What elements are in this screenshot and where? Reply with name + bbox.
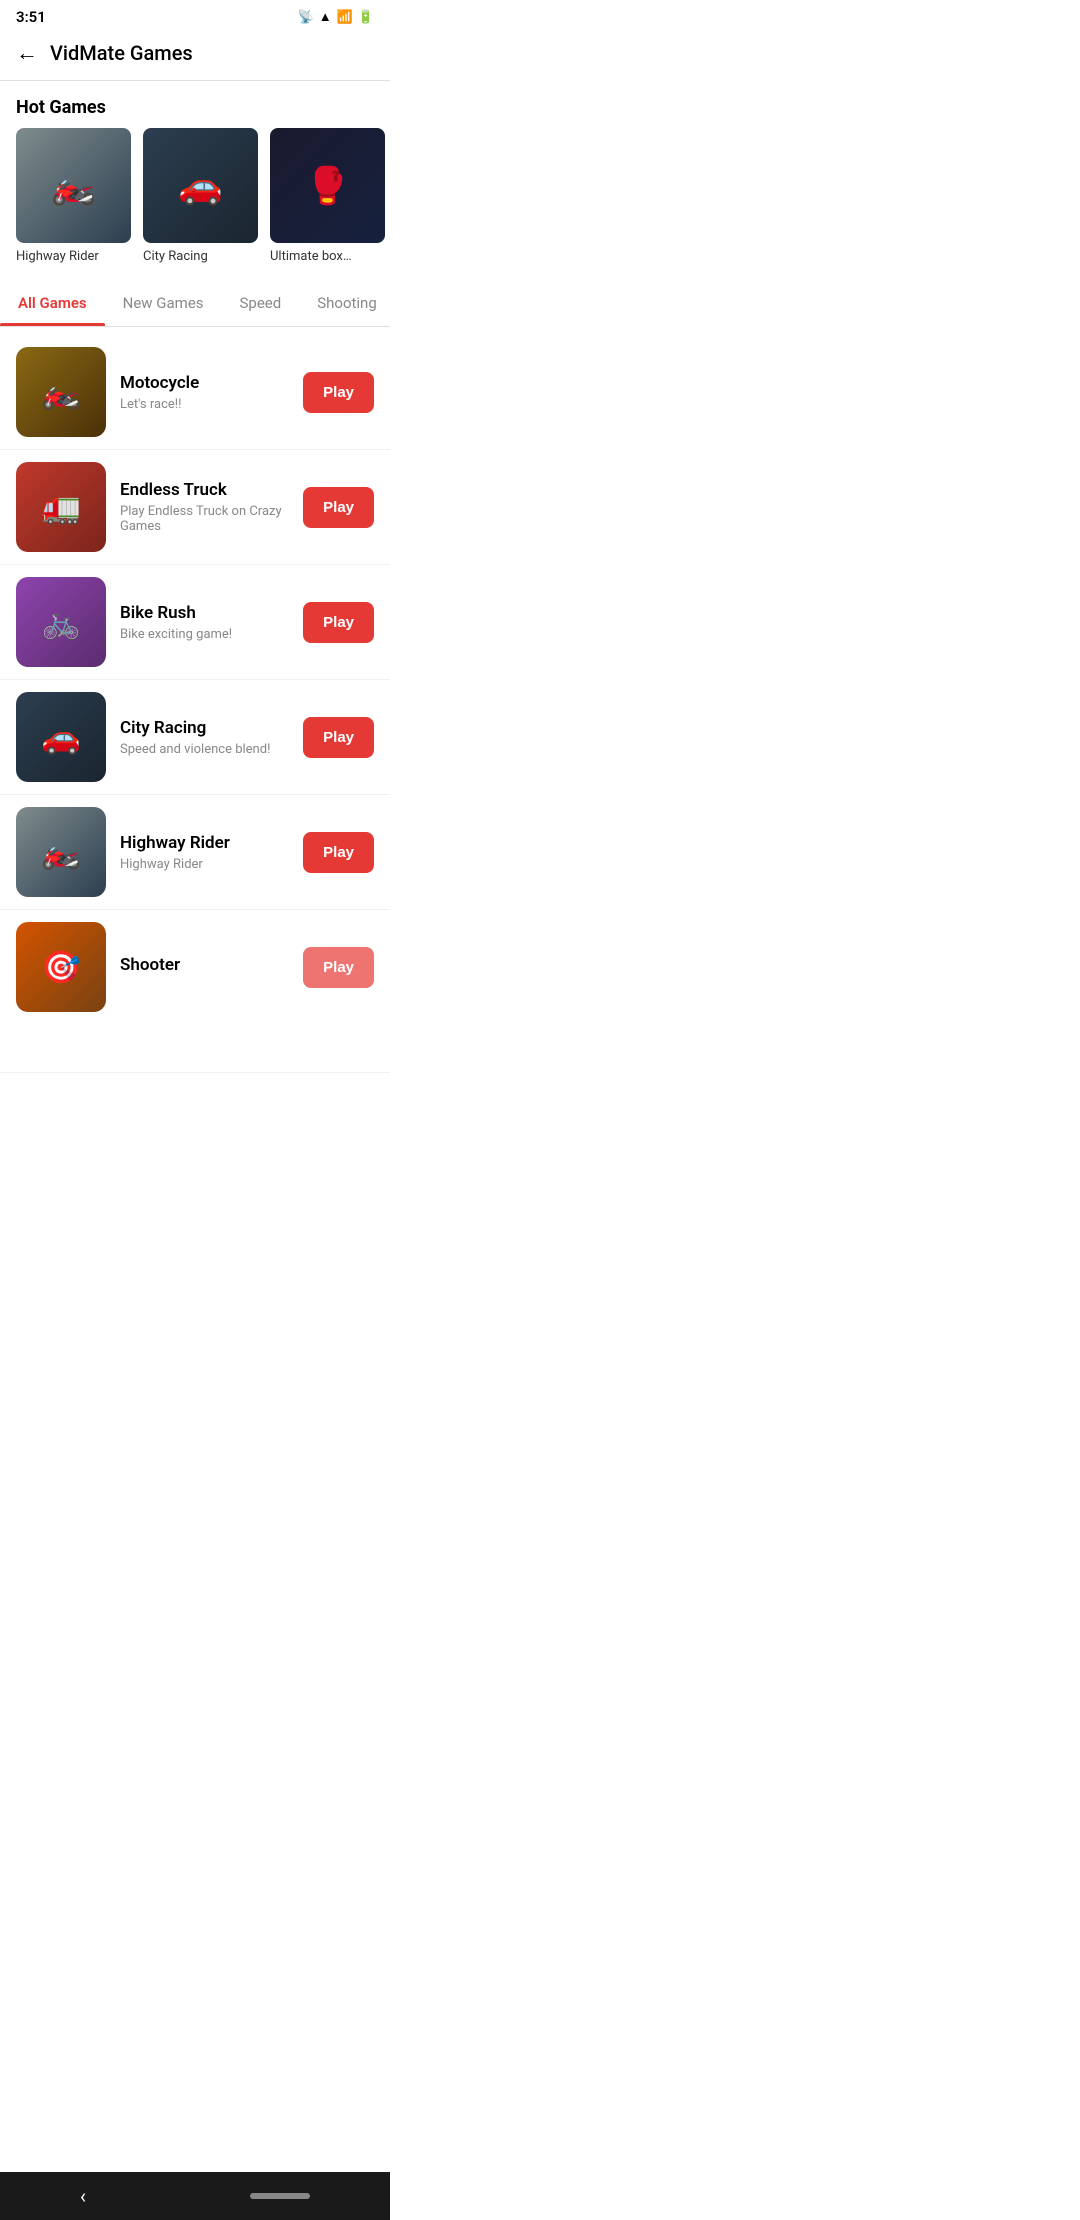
game-row-highway-rider: 🏍️ Highway Rider Highway Rider Play <box>0 795 390 910</box>
play-button-motocycle[interactable]: Play <box>303 372 374 413</box>
tab-all-games[interactable]: All Games <box>0 280 105 326</box>
cast-icon: 📡 <box>298 10 314 25</box>
nav-back-button[interactable]: ‹ <box>80 2184 86 2208</box>
game-img-endless-truck: 🚛 <box>16 462 106 552</box>
game-desc-highway-rider: Highway Rider <box>120 857 289 872</box>
hot-game-boxing[interactable]: 🥊 Ultimate box… <box>270 128 385 264</box>
game-title-highway-rider: Highway Rider <box>120 833 289 853</box>
play-button-shooter[interactable]: Play <box>303 947 374 988</box>
wifi-icon: ▲ <box>319 9 332 25</box>
game-img-bike-rush: 🚲 <box>16 577 106 667</box>
game-desc-bike-rush: Bike exciting game! <box>120 627 289 642</box>
game-row-bike-rush: 🚲 Bike Rush Bike exciting game! Play <box>0 565 390 680</box>
game-img-shooter: 🎯 <box>16 922 106 1012</box>
hot-games-label: Hot Games <box>0 81 390 128</box>
hot-game-img-boxing: 🥊 <box>270 128 385 243</box>
hot-game-img-highway-rider: 🏍️ <box>16 128 131 243</box>
game-img-city-racing: 🚗 <box>16 692 106 782</box>
hot-game-name-boxing: Ultimate box… <box>270 249 385 264</box>
game-thumb-city-racing: 🚗 <box>16 692 106 782</box>
status-bar: 3:51 📡 ▲ 📶 🔋 <box>0 0 390 30</box>
game-row-city-racing: 🚗 City Racing Speed and violence blend! … <box>0 680 390 795</box>
hot-game-name-city-racing: City Racing <box>143 249 258 264</box>
game-title-endless-truck: Endless Truck <box>120 480 289 500</box>
game-info-highway-rider: Highway Rider Highway Rider <box>120 833 289 872</box>
play-button-endless-truck[interactable]: Play <box>303 487 374 528</box>
hot-game-name-highway-rider: Highway Rider <box>16 249 131 264</box>
game-desc-city-racing: Speed and violence blend! <box>120 742 289 757</box>
page-title: VidMate Games <box>50 41 193 65</box>
status-icons: 📡 ▲ 📶 🔋 <box>298 9 374 25</box>
game-title-shooter: Shooter <box>120 955 289 975</box>
hot-game-thumb-city-racing: 🚗 <box>143 128 258 243</box>
game-list: 🏍️ Motocycle Let's race!! Play 🚛 Endless… <box>0 327 390 1081</box>
back-button[interactable]: ← <box>16 40 38 66</box>
tab-new-games[interactable]: New Games <box>105 280 222 326</box>
play-button-highway-rider[interactable]: Play <box>303 832 374 873</box>
tab-speed[interactable]: Speed <box>222 280 300 326</box>
hot-game-thumb-highway-rider: 🏍️ <box>16 128 131 243</box>
game-desc-endless-truck: Play Endless Truck on Crazy Games <box>120 504 289 534</box>
game-info-bike-rush: Bike Rush Bike exciting game! <box>120 603 289 642</box>
battery-icon: 🔋 <box>358 10 374 25</box>
game-row-motocycle: 🏍️ Motocycle Let's race!! Play <box>0 335 390 450</box>
play-button-city-racing[interactable]: Play <box>303 717 374 758</box>
hot-games-scroll: 🏍️ Highway Rider 🚗 City Racing 🥊 Ultimat… <box>0 128 390 280</box>
game-info-endless-truck: Endless Truck Play Endless Truck on Craz… <box>120 480 289 534</box>
header: ← VidMate Games <box>0 30 390 81</box>
game-thumb-shooter: 🎯 <box>16 922 106 1012</box>
game-desc-motocycle: Let's race!! <box>120 397 289 412</box>
nav-bar: ‹ <box>0 2172 390 2220</box>
tab-bar: All Games New Games Speed Shooting Sport <box>0 280 390 327</box>
play-button-bike-rush[interactable]: Play <box>303 602 374 643</box>
status-time: 3:51 <box>16 8 46 26</box>
game-row-shooter: 🎯 Shooter Play <box>0 910 390 1073</box>
signal-icon: 📶 <box>337 10 353 25</box>
game-title-motocycle: Motocycle <box>120 373 289 393</box>
game-img-highway-rider: 🏍️ <box>16 807 106 897</box>
game-title-city-racing: City Racing <box>120 718 289 738</box>
hot-game-highway-rider[interactable]: 🏍️ Highway Rider <box>16 128 131 264</box>
hot-games-section: Hot Games 🏍️ Highway Rider 🚗 City Racing… <box>0 81 390 280</box>
game-row-endless-truck: 🚛 Endless Truck Play Endless Truck on Cr… <box>0 450 390 565</box>
game-thumb-motocycle: 🏍️ <box>16 347 106 437</box>
tab-shooting[interactable]: Shooting <box>299 280 390 326</box>
game-thumb-bike-rush: 🚲 <box>16 577 106 667</box>
game-img-motocycle: 🏍️ <box>16 347 106 437</box>
game-info-city-racing: City Racing Speed and violence blend! <box>120 718 289 757</box>
hot-game-thumb-boxing: 🥊 <box>270 128 385 243</box>
game-info-shooter: Shooter <box>120 955 289 979</box>
game-info-motocycle: Motocycle Let's race!! <box>120 373 289 412</box>
game-thumb-highway-rider: 🏍️ <box>16 807 106 897</box>
hot-game-city-racing[interactable]: 🚗 City Racing <box>143 128 258 264</box>
game-title-bike-rush: Bike Rush <box>120 603 289 623</box>
game-thumb-endless-truck: 🚛 <box>16 462 106 552</box>
hot-game-img-city-racing: 🚗 <box>143 128 258 243</box>
nav-home-pill[interactable] <box>250 2193 310 2199</box>
